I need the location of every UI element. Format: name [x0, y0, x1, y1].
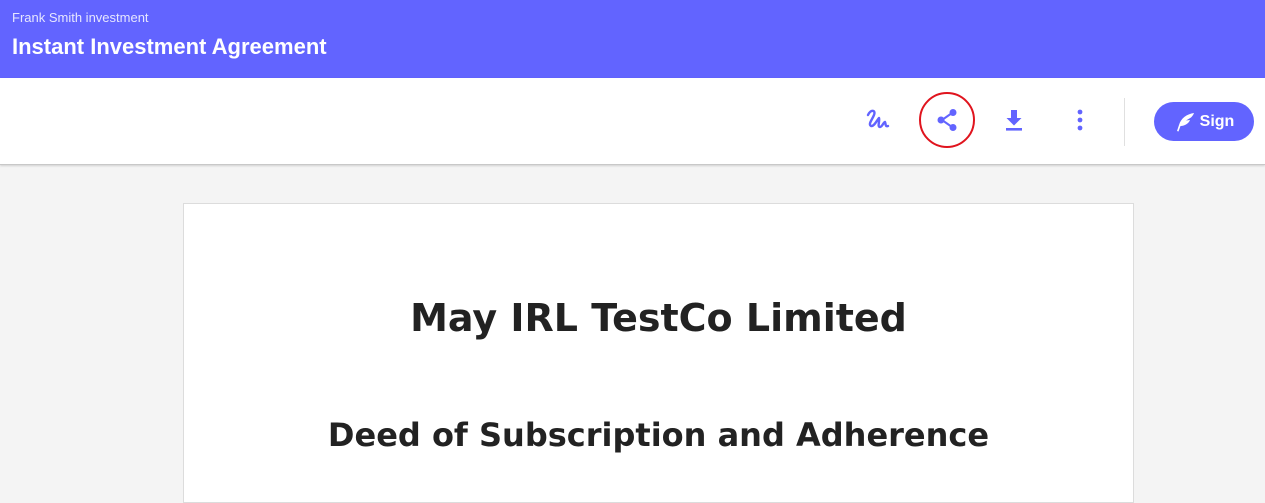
app-header: Frank Smith investment Instant Investmen…: [0, 0, 1265, 78]
download-button[interactable]: [994, 100, 1034, 140]
signature-button[interactable]: [858, 100, 898, 140]
share-icon: [937, 109, 957, 131]
signature-icon: [866, 109, 890, 129]
document-company-title: May IRL TestCo Limited: [410, 296, 907, 340]
document-toolbar: Sign: [0, 78, 1265, 165]
investment-name: Frank Smith investment: [12, 10, 149, 25]
more-vert-icon: [1077, 109, 1083, 131]
share-button[interactable]: [927, 100, 967, 140]
document-heading: Deed of Subscription and Adherence: [327, 416, 990, 454]
sign-button[interactable]: Sign: [1154, 102, 1254, 141]
more-options-button[interactable]: [1060, 100, 1100, 140]
sign-button-label: Sign: [1199, 112, 1235, 130]
toolbar-divider: [1124, 98, 1125, 146]
feather-icon: [1176, 112, 1194, 131]
document-page: May IRL TestCo Limited Deed of Subscript…: [183, 203, 1134, 503]
download-icon: [1006, 110, 1022, 131]
page-title: Instant Investment Agreement: [12, 34, 327, 59]
